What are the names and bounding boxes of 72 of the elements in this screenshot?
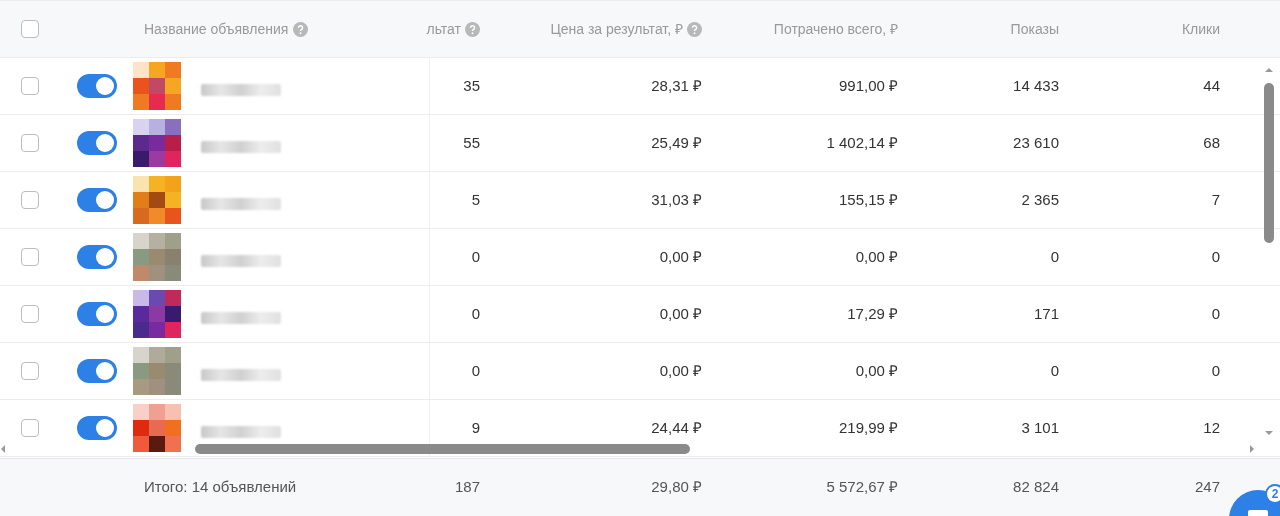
toggle-switch[interactable] bbox=[76, 302, 117, 326]
toggle-switch[interactable] bbox=[76, 188, 117, 212]
checkbox[interactable] bbox=[21, 419, 39, 437]
scroll-down-icon[interactable] bbox=[1264, 430, 1274, 436]
table-cell-text: 0,00 ₽ bbox=[855, 246, 898, 267]
total-cell-text: 82 824 bbox=[1013, 477, 1059, 498]
column-header: Клики bbox=[1181, 19, 1220, 39]
table-cell-text: 17,29 ₽ bbox=[847, 303, 898, 324]
checkbox[interactable] bbox=[21, 248, 39, 266]
table-cell-text: 12 bbox=[1203, 417, 1220, 438]
scroll-up-icon[interactable] bbox=[1264, 67, 1274, 73]
table-cell-text: 3 101 bbox=[1021, 417, 1059, 438]
table-cell-text: 23 610 bbox=[1013, 132, 1059, 153]
table-cell-text: 68 bbox=[1203, 132, 1220, 153]
table-cell-text: 0 bbox=[471, 246, 480, 267]
total-cell-text: 247 bbox=[1194, 477, 1220, 498]
column-header: Название объявления bbox=[144, 19, 289, 39]
scroll-right-icon[interactable] bbox=[1249, 444, 1255, 454]
table-cell-text: 9 bbox=[471, 417, 480, 438]
help-icon[interactable] bbox=[465, 21, 480, 37]
total-cell-text: 5 572,67 ₽ bbox=[826, 477, 898, 498]
table-cell-text: 0 bbox=[471, 360, 480, 381]
help-icon[interactable] bbox=[687, 21, 702, 37]
toggle-switch[interactable] bbox=[76, 74, 117, 98]
table-cell-text: 0,00 ₽ bbox=[659, 246, 702, 267]
table-cell-text: 1 402,14 ₽ bbox=[826, 132, 898, 153]
vertical-scrollbar[interactable] bbox=[1264, 83, 1274, 243]
scroll-left-icon[interactable] bbox=[0, 444, 6, 454]
table-cell-text: 7 bbox=[1211, 189, 1220, 210]
table-cell-text: 0,00 ₽ bbox=[659, 303, 702, 324]
column-header: Потрачено всего, ₽ bbox=[773, 19, 898, 39]
totals-label: Итого: 14 объявлений bbox=[144, 478, 297, 496]
total-cell-text: 29,80 ₽ bbox=[651, 477, 702, 498]
table-cell-text: 171 bbox=[1033, 303, 1059, 324]
checkbox[interactable] bbox=[21, 134, 39, 152]
table-cell-text: 0,00 ₽ bbox=[855, 360, 898, 381]
table-cell-text: 14 433 bbox=[1013, 75, 1059, 96]
table-cell-text: 25,49 ₽ bbox=[651, 132, 702, 153]
table-cell-text: 0 bbox=[1050, 360, 1059, 381]
total-cell-text: 187 bbox=[454, 477, 480, 498]
table-cell-text: 2 365 bbox=[1021, 189, 1059, 210]
table-cell-text: 55 bbox=[463, 132, 480, 153]
horizontal-scrollbar[interactable] bbox=[195, 444, 690, 454]
table-cell-text: 0 bbox=[1211, 246, 1220, 267]
table-cell-text: 0 bbox=[1050, 246, 1059, 267]
table-cell-text: 24,44 ₽ bbox=[651, 417, 702, 438]
table-cell-text: 155,15 ₽ bbox=[838, 189, 898, 210]
table-cell-text: 0 bbox=[1211, 303, 1220, 324]
table-cell-text: 0 bbox=[471, 303, 480, 324]
table-cell-text: 5 bbox=[471, 189, 480, 210]
table-cell-text: 0,00 ₽ bbox=[659, 360, 702, 381]
toggle-switch[interactable] bbox=[76, 245, 117, 269]
table-cell-text: 0 bbox=[1211, 360, 1220, 381]
help-icon[interactable] bbox=[293, 21, 309, 37]
table-cell-text: 44 bbox=[1203, 75, 1220, 96]
column-header: Цена за результат, ₽ bbox=[550, 19, 683, 39]
checkbox[interactable] bbox=[21, 191, 39, 209]
column-header: льтат bbox=[426, 19, 461, 39]
table-cell-text: 219,99 ₽ bbox=[838, 417, 898, 438]
table-cell-text: 31,03 ₽ bbox=[651, 189, 702, 210]
toggle-switch[interactable] bbox=[76, 131, 117, 155]
table-cell-text: 28,31 ₽ bbox=[651, 75, 702, 96]
table-cell-text: 35 bbox=[463, 75, 480, 96]
toggle-switch[interactable] bbox=[76, 416, 117, 440]
column-header: Показы bbox=[1010, 19, 1059, 39]
checkbox[interactable] bbox=[21, 20, 39, 38]
checkbox[interactable] bbox=[21, 77, 39, 95]
checkbox[interactable] bbox=[21, 362, 39, 380]
table-cell-text: 991,00 ₽ bbox=[838, 75, 898, 96]
chat-icon bbox=[1248, 510, 1268, 516]
toggle-switch[interactable] bbox=[76, 359, 117, 383]
checkbox[interactable] bbox=[21, 305, 39, 323]
